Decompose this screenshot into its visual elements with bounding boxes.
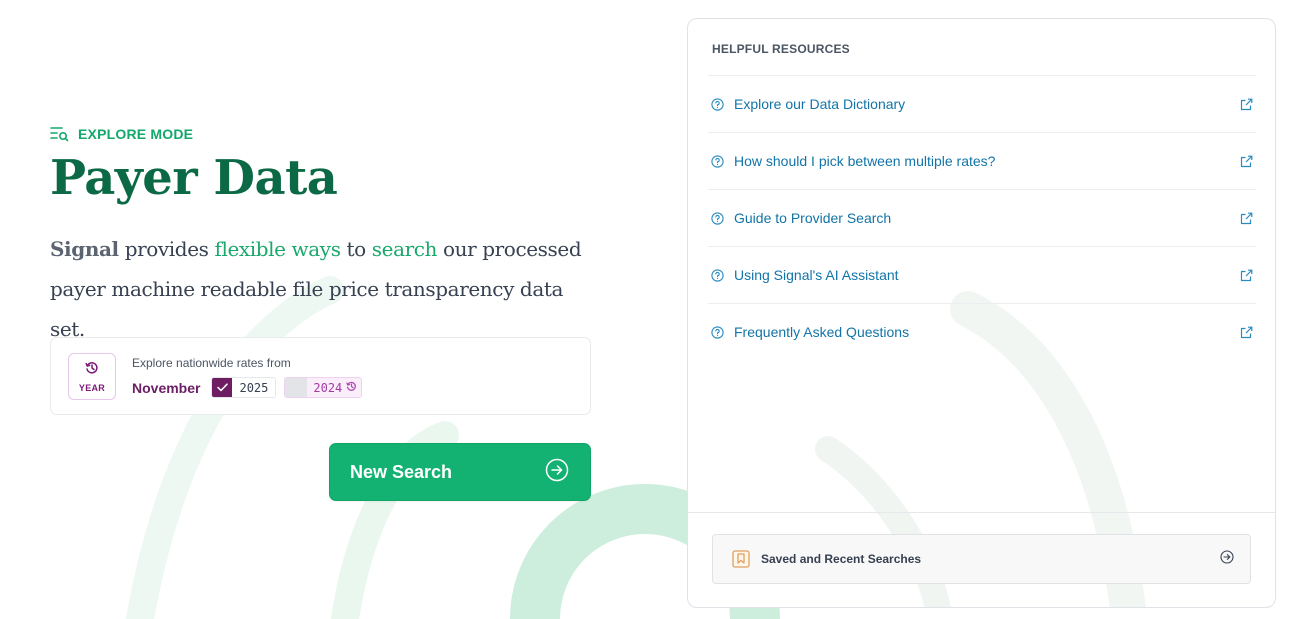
external-link-icon bbox=[1239, 211, 1253, 225]
year-selector-card: YEAR Explore nationwide rates from Novem… bbox=[50, 337, 591, 415]
external-link-icon bbox=[1239, 325, 1253, 339]
resource-link-label: Frequently Asked Questions bbox=[734, 324, 910, 340]
resource-link-ai-assistant[interactable]: Using Signal's AI Assistant bbox=[708, 246, 1256, 303]
year-badge: YEAR bbox=[68, 353, 116, 400]
resource-link-label: Guide to Provider Search bbox=[734, 210, 892, 226]
question-circle-icon bbox=[710, 97, 724, 111]
helpful-resources-panel: HELPFUL RESOURCES Explore our Data Dicti… bbox=[687, 18, 1276, 608]
saved-recent-searches-button[interactable]: Saved and Recent Searches bbox=[712, 534, 1251, 584]
page-title: Payer Data bbox=[50, 150, 338, 206]
unchecked-box bbox=[285, 378, 308, 397]
panel-footer: Saved and Recent Searches bbox=[688, 512, 1275, 607]
resource-link-label: How should I pick between multiple rates… bbox=[734, 153, 996, 169]
new-search-label: New Search bbox=[350, 461, 453, 482]
history-icon bbox=[85, 361, 99, 380]
year-badge-label: YEAR bbox=[78, 382, 106, 393]
resource-link-label: Explore our Data Dictionary bbox=[734, 96, 906, 112]
year-option-label: 2025 bbox=[232, 380, 276, 395]
question-circle-icon bbox=[710, 211, 724, 225]
resource-link-label: Using Signal's AI Assistant bbox=[734, 267, 899, 283]
question-circle-icon bbox=[710, 268, 724, 282]
question-circle-icon bbox=[710, 325, 724, 339]
external-link-icon bbox=[1239, 97, 1253, 111]
month-label: November bbox=[132, 379, 201, 396]
external-link-icon bbox=[1239, 154, 1253, 168]
resources-list: Explore our Data Dictionary How should I… bbox=[708, 75, 1256, 360]
year-option-2024-wrap: 2024 bbox=[307, 378, 362, 397]
year-prompt: Explore nationwide rates from bbox=[132, 356, 291, 370]
new-search-button[interactable]: New Search bbox=[329, 443, 591, 501]
resource-link-faq[interactable]: Frequently Asked Questions bbox=[708, 303, 1256, 360]
explore-mode-indicator: EXPLORE MODE bbox=[50, 120, 595, 148]
question-circle-icon bbox=[710, 154, 724, 168]
arrow-right-circle-icon bbox=[1220, 549, 1234, 569]
explore-search-icon bbox=[50, 125, 69, 144]
resource-link-multiple-rates[interactable]: How should I pick between multiple rates… bbox=[708, 132, 1256, 189]
resources-title: HELPFUL RESOURCES bbox=[712, 42, 850, 56]
year-options: November 2025 2024 bbox=[132, 377, 363, 398]
desc-highlight-search: search bbox=[371, 237, 438, 261]
year-option-label: 2024 bbox=[313, 380, 343, 395]
check-icon bbox=[212, 378, 233, 397]
resource-link-data-dictionary[interactable]: Explore our Data Dictionary bbox=[708, 75, 1256, 132]
resource-link-provider-search[interactable]: Guide to Provider Search bbox=[708, 189, 1256, 246]
history-icon bbox=[346, 381, 357, 395]
year-option-2025[interactable]: 2025 bbox=[211, 377, 277, 398]
saved-searches-label: Saved and Recent Searches bbox=[761, 552, 922, 566]
arrow-right-circle-icon bbox=[545, 458, 569, 487]
page-description: Signal provides flexible ways to search … bbox=[50, 229, 595, 349]
external-link-icon bbox=[1239, 268, 1253, 282]
desc-text-2: to bbox=[340, 237, 372, 261]
desc-text-1: provides bbox=[118, 237, 215, 261]
bookmark-icon bbox=[732, 550, 750, 568]
brand-name: Signal bbox=[50, 237, 119, 261]
mode-label: EXPLORE MODE bbox=[78, 126, 194, 142]
year-option-2024[interactable]: 2024 bbox=[284, 377, 363, 398]
hero-section: EXPLORE MODE Payer Data Signal provides … bbox=[50, 120, 595, 501]
desc-highlight-flexible: flexible ways bbox=[214, 237, 341, 261]
